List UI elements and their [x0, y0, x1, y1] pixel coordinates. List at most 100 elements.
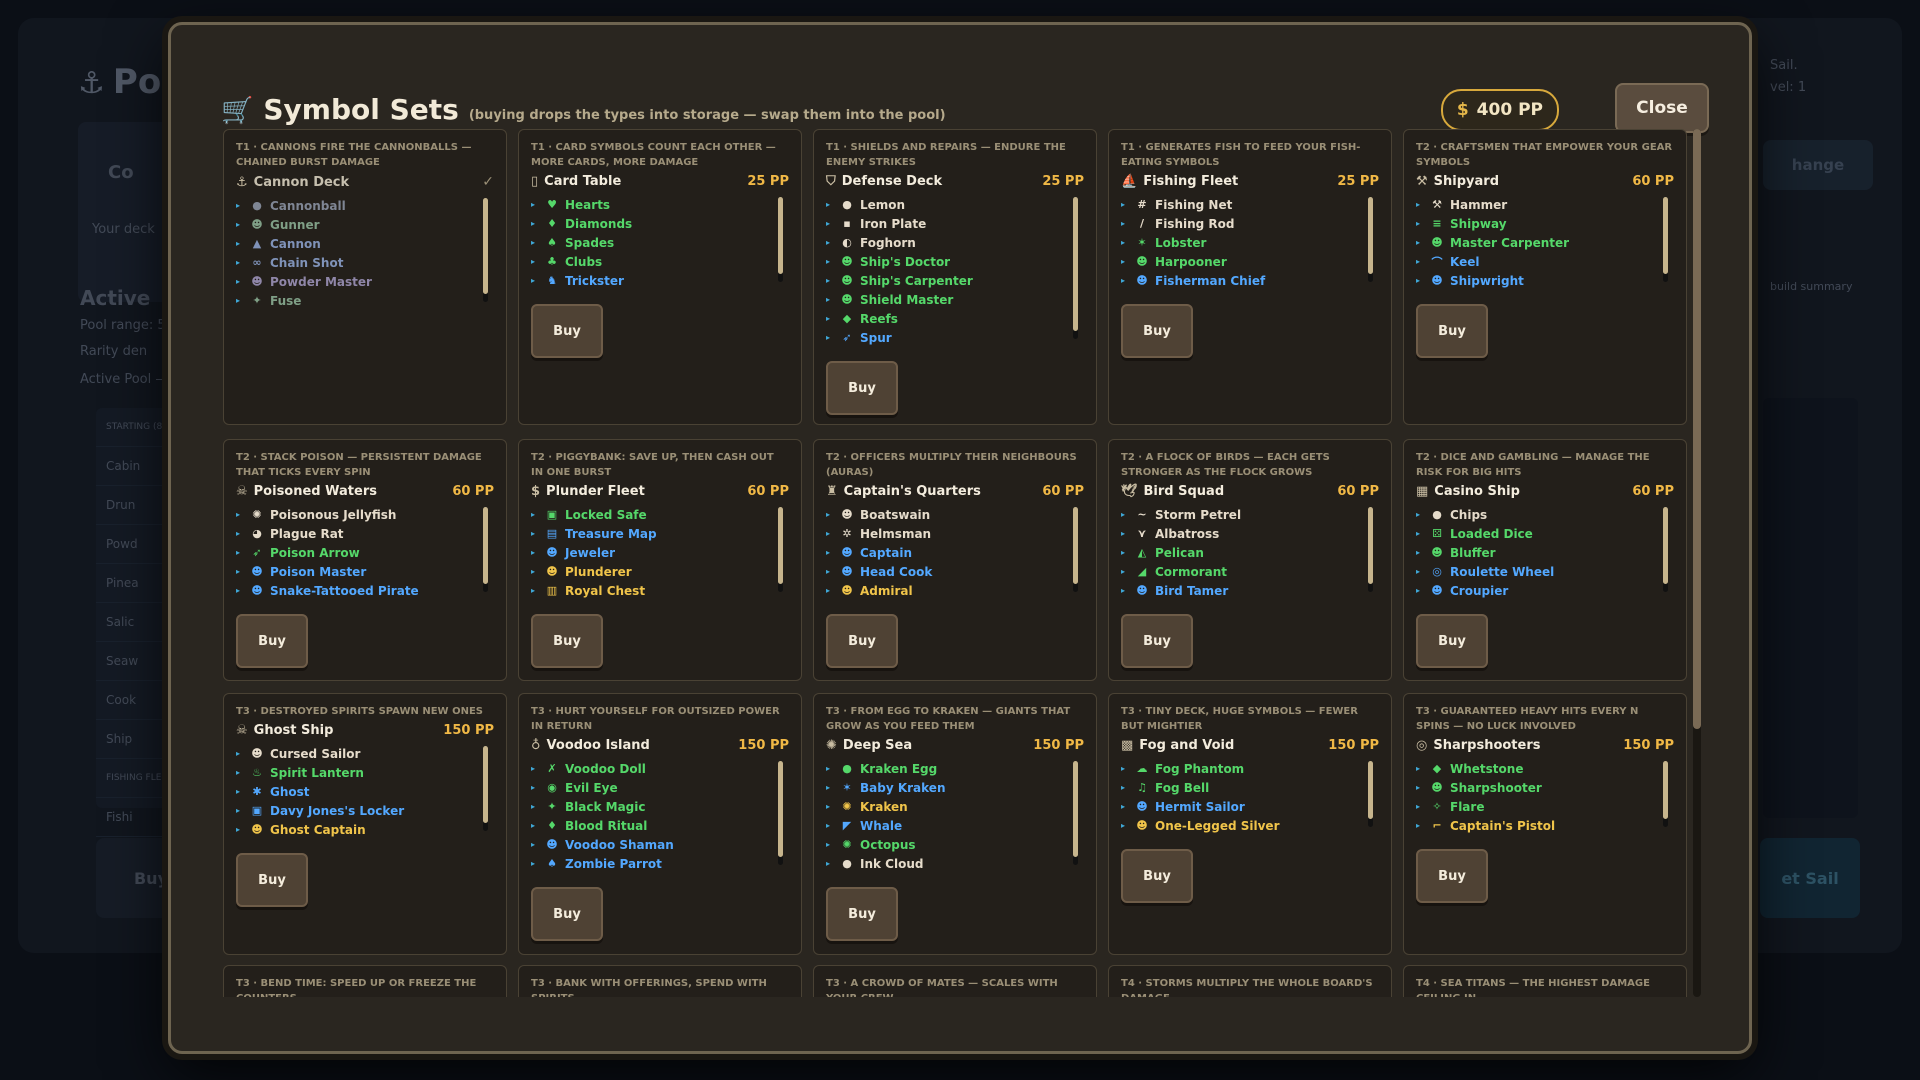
modal-scrollbar[interactable]: [1693, 129, 1701, 997]
list-scrollbar[interactable]: [483, 507, 488, 592]
set-symbol-list[interactable]: ▸ ✺ Poisonous Jellyfish ▸ ◕ Plague Rat ▸ ➶ Poiso…: [236, 505, 494, 600]
symbol-name: Royal Chest: [565, 583, 646, 598]
buy-button[interactable]: Buy: [1121, 849, 1193, 903]
symbol-item: ▸ ⚒ Hammer: [1416, 195, 1650, 214]
list-scrollbar[interactable]: [778, 197, 783, 282]
set-symbol-list[interactable]: ▸ ~ Storm Petrel ▸ ⋎ Albatross ▸ ◭ Pelican ▸ ◢ Corm…: [1121, 505, 1379, 600]
list-scrollbar[interactable]: [1368, 761, 1373, 827]
bullet-icon: ▸: [531, 257, 536, 266]
symbol-name: Reefs: [860, 311, 898, 326]
buy-button[interactable]: Buy: [236, 853, 308, 907]
bullet-icon: ▸: [531, 764, 536, 773]
buy-button[interactable]: Buy: [826, 887, 898, 941]
list-scrollbar[interactable]: [483, 198, 488, 302]
list-scrollbar[interactable]: [1073, 507, 1078, 592]
list-scrollbar-thumb[interactable]: [1073, 507, 1078, 584]
buy-button[interactable]: Buy: [531, 614, 603, 668]
symbol-name: Hermit Sailor: [1155, 799, 1245, 814]
list-scrollbar[interactable]: [778, 507, 783, 592]
list-scrollbar[interactable]: [778, 761, 783, 865]
buy-button[interactable]: Buy: [1416, 614, 1488, 668]
symbol-name: Kraken Egg: [860, 761, 938, 776]
list-scrollbar-thumb[interactable]: [1073, 197, 1078, 331]
symbol-name: Pelican: [1155, 545, 1204, 560]
buy-button[interactable]: Buy: [826, 614, 898, 668]
set-symbol-list[interactable]: ▸ ● Cannonball ▸ ☻ Gunner ▸ ▲ Cannon ▸ ∞ Chain Shot…: [236, 196, 494, 310]
list-scrollbar[interactable]: [1073, 761, 1078, 865]
bullet-icon: ▸: [1416, 821, 1421, 830]
set-symbol-list[interactable]: ▸ ◆ Whetstone ▸ ☻ Sharpshooter ▸ ✧ Flare ▸ ⌐ Captai…: [1416, 759, 1674, 835]
list-scrollbar[interactable]: [1663, 507, 1668, 592]
set-symbol-list[interactable]: ▸ ● Chips ▸ ⚄ Loaded Dice ▸ ☻ Bluffer ▸ ◎ Roulette …: [1416, 505, 1674, 600]
set-header: ▦ Casino Ship 60 PP: [1416, 484, 1674, 499]
symbol-set-card: T2 · Stack poison — persistent damage th…: [223, 439, 507, 681]
symbol-name: Voodoo Doll: [565, 761, 646, 776]
modal-scrollbar-thumb[interactable]: [1693, 129, 1701, 729]
set-symbol-list[interactable]: ▸ # Fishing Net ▸ / Fishing Rod ▸ ✶ Lobster ▸ ☻ Har…: [1121, 195, 1379, 290]
set-symbol-list[interactable]: ▸ ✗ Voodoo Doll ▸ ◉ Evil Eye ▸ ✦ Black Magic ▸ ♦ Bl…: [531, 759, 789, 873]
symbol-name: Iron Plate: [860, 216, 927, 231]
buy-button[interactable]: Buy: [1416, 849, 1488, 903]
bullet-icon: ▸: [826, 510, 831, 519]
list-scrollbar-thumb[interactable]: [1368, 197, 1373, 274]
set-price: 150 PP: [1328, 738, 1379, 753]
set-icon: ▩: [1121, 738, 1134, 753]
symbol-item: ▸ ☻ Croupier: [1416, 581, 1650, 600]
list-scrollbar-thumb[interactable]: [1663, 197, 1668, 274]
set-symbol-list[interactable]: ▸ ♥ Hearts ▸ ♦ Diamonds ▸ ♠ Spades ▸ ♣ Clubs ▸ ♞ Trick…: [531, 195, 789, 290]
list-scrollbar-thumb[interactable]: [778, 761, 783, 857]
list-scrollbar[interactable]: [1073, 197, 1078, 339]
set-name-text: Fishing Fleet: [1143, 174, 1239, 189]
list-scrollbar-thumb[interactable]: [483, 507, 488, 584]
owned-check-icon: ✓: [482, 174, 494, 190]
set-symbol-list[interactable]: ▸ ● Lemon ▸ ▪ Iron Plate ▸ ◐ Foghorn ▸ ☻ Ship's Doc…: [826, 195, 1084, 347]
list-scrollbar-thumb[interactable]: [1663, 761, 1668, 819]
symbol-name: Cursed Sailor: [270, 746, 361, 761]
set-symbol-list[interactable]: ▸ ☻ Boatswain ▸ ✲ Helmsman ▸ ☻ Captain ▸ ☻ Head Coo…: [826, 505, 1084, 600]
set-name: ⚓ Cannon Deck: [236, 175, 349, 190]
list-scrollbar-thumb[interactable]: [483, 746, 488, 823]
symbol-name: Admiral: [860, 583, 913, 598]
set-symbol-list[interactable]: ▸ ⚒ Hammer ▸ ≡ Shipway ▸ ☻ Master Carpenter ▸ ⌒ Kee…: [1416, 195, 1674, 290]
buy-button[interactable]: Buy: [531, 304, 603, 358]
symbol-name: Jeweler: [565, 545, 615, 560]
list-scrollbar[interactable]: [1368, 197, 1373, 282]
list-scrollbar-thumb[interactable]: [1073, 761, 1078, 857]
set-symbol-list[interactable]: ▸ ☁ Fog Phantom ▸ ♫ Fog Bell ▸ ☻ Hermit Sailor ▸ ☻…: [1121, 759, 1379, 835]
buy-button[interactable]: Buy: [531, 887, 603, 941]
list-scrollbar[interactable]: [1663, 197, 1668, 282]
set-symbol-list[interactable]: ▸ ● Kraken Egg ▸ ✶ Baby Kraken ▸ ✺ Kraken ▸ ◤ Whale…: [826, 759, 1084, 873]
list-scrollbar-thumb[interactable]: [1368, 507, 1373, 584]
buy-button[interactable]: Buy: [1416, 304, 1488, 358]
symbol-item: ▸ ▣ Locked Safe: [531, 505, 765, 524]
list-scrollbar-thumb[interactable]: [778, 197, 783, 274]
sets-grid[interactable]: T1 · Cannons fire the cannonballs — chai…: [223, 129, 1689, 997]
buy-button[interactable]: Buy: [1121, 304, 1193, 358]
list-scrollbar[interactable]: [1663, 761, 1668, 827]
symbol-set-card: T3 · Bank with offerings, spend with spi…: [518, 965, 802, 997]
bullet-icon: ▸: [1121, 529, 1126, 538]
set-name: ⛵ Fishing Fleet: [1121, 174, 1238, 189]
set-symbol-list[interactable]: ▸ ☻ Cursed Sailor ▸ ♨ Spirit Lantern ▸ ✱ Ghost ▸ ▣…: [236, 744, 494, 839]
list-scrollbar-thumb[interactable]: [778, 507, 783, 584]
symbol-set-card: T4 · Sea titans — the highest damage cei…: [1403, 965, 1687, 997]
bullet-icon: ▸: [826, 548, 831, 557]
symbol-icon: ☻: [251, 584, 263, 597]
buy-button[interactable]: Buy: [826, 361, 898, 415]
set-name-text: Fog and Void: [1139, 738, 1235, 753]
close-button[interactable]: Close: [1615, 83, 1709, 133]
list-scrollbar[interactable]: [1368, 507, 1373, 592]
buy-button[interactable]: Buy: [1121, 614, 1193, 668]
symbol-icon: ✧: [1432, 800, 1442, 813]
list-scrollbar-thumb[interactable]: [1368, 761, 1373, 819]
symbol-name: Flare: [1450, 799, 1485, 814]
bullet-icon: ▸: [531, 783, 536, 792]
symbol-name: Plunderer: [565, 564, 632, 579]
list-scrollbar-thumb[interactable]: [1663, 507, 1668, 584]
list-scrollbar[interactable]: [483, 746, 488, 831]
symbol-icon: ♨: [252, 766, 262, 779]
set-description: T2 · A flock of birds — each gets strong…: [1121, 452, 1330, 478]
set-symbol-list[interactable]: ▸ ▣ Locked Safe ▸ ▤ Treasure Map ▸ ☻ Jeweler ▸ ☻ Pl…: [531, 505, 789, 600]
list-scrollbar-thumb[interactable]: [483, 198, 488, 294]
buy-button[interactable]: Buy: [236, 614, 308, 668]
